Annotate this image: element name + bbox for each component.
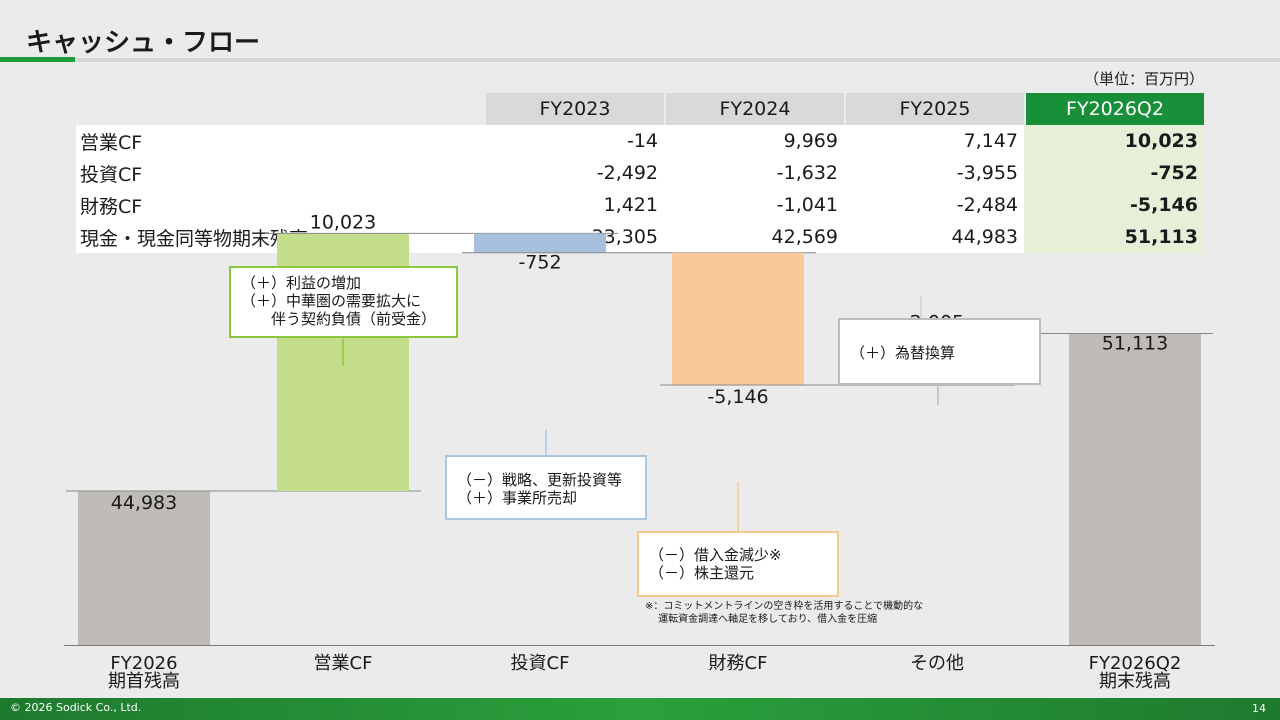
category-label-4: その他 xyxy=(910,653,964,674)
bar-3 xyxy=(672,252,804,385)
footnote: ※：コミットメントラインの空き枠を活用することで機動的な 運転資金調達へ軸足を移… xyxy=(645,601,924,625)
category-label-3: 財務CF xyxy=(709,653,768,674)
bar-5 xyxy=(1069,333,1201,645)
footer-bar: © 2026 Sodick Co., Ltd. 14 xyxy=(0,698,1280,720)
bar-0 xyxy=(78,491,210,645)
category-label-0: 期首残高 xyxy=(108,671,180,692)
bar-2 xyxy=(474,233,606,253)
category-label-2: 投資CF xyxy=(511,653,570,674)
callout-other: （＋）為替換算 xyxy=(838,318,1041,385)
category-label-1: 営業CF xyxy=(314,653,373,674)
category-label-5: 期末残高 xyxy=(1099,671,1171,692)
value-label-1: 10,023 xyxy=(310,211,376,233)
callout-financing: （－）借入金減少※ （－）株主還元 xyxy=(637,531,839,597)
value-label-3: -5,146 xyxy=(707,386,768,408)
callout-investing: （－）戦略、更新投資等 （＋）事業所売却 xyxy=(445,455,647,520)
value-label-2: -752 xyxy=(518,252,561,274)
value-label-5: 51,113 xyxy=(1102,332,1168,354)
page-number: 14 xyxy=(1252,702,1266,715)
copyright: © 2026 Sodick Co., Ltd. xyxy=(10,701,142,714)
callout-operating: （＋）利益の増加 （＋）中華圏の需要拡大に 伴う契約負債（前受金） xyxy=(229,266,458,338)
value-label-0: 44,983 xyxy=(111,492,177,514)
